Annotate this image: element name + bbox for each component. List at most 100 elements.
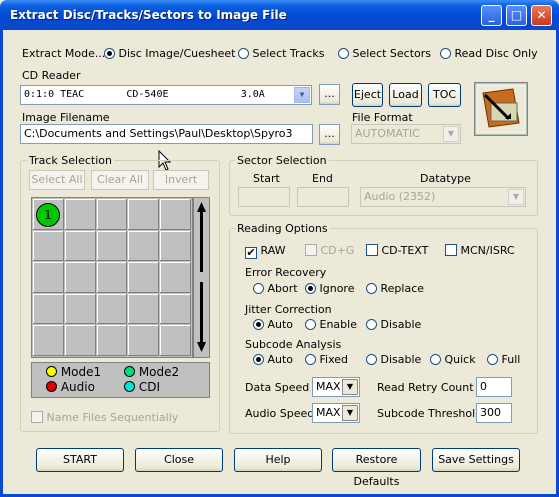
audio-speed-select[interactable]: MAX ▼ <box>312 403 360 423</box>
radio-dot[interactable] <box>305 319 316 330</box>
radio-dot[interactable] <box>366 354 377 365</box>
radio-abort[interactable]: Abort <box>253 282 298 295</box>
radio-dot[interactable] <box>253 319 264 330</box>
save-settings-button[interactable]: Save Settings <box>432 448 520 472</box>
track-cell[interactable] <box>128 199 160 230</box>
radio-dot[interactable] <box>305 354 316 365</box>
cd-reader-select[interactable]: 0:1:0 TEAC CD-540E 3.0A ▼ <box>20 85 312 105</box>
chevron-down-icon[interactable]: ▼ <box>443 126 459 142</box>
track-cell[interactable] <box>128 293 160 325</box>
checkbox-box[interactable] <box>305 244 317 256</box>
close-button[interactable]: Close <box>135 448 223 472</box>
radio-jitter-disable[interactable]: Disable <box>366 318 421 331</box>
cd-text-checkbox[interactable]: CD-TEXT <box>366 244 428 257</box>
radio-dot[interactable] <box>366 283 377 294</box>
radio-jitter-auto[interactable]: Auto <box>253 318 293 331</box>
track-cell[interactable] <box>128 262 160 293</box>
radio-dot[interactable] <box>338 48 349 59</box>
radio-dot[interactable] <box>366 319 377 330</box>
data-speed-select[interactable]: MAX ▼ <box>312 377 360 397</box>
name-files-sequentially-checkbox[interactable]: Name Files Sequentially <box>31 411 178 424</box>
start-sector-input[interactable] <box>238 187 290 207</box>
start-button[interactable]: START <box>36 448 124 472</box>
checkbox-box[interactable]: ✔ <box>245 247 257 259</box>
radio-dot[interactable] <box>440 48 451 59</box>
cd-reader-browse-button[interactable]: ... <box>319 84 340 105</box>
radio-disc-image[interactable]: Disc Image/Cuesheet <box>104 47 235 60</box>
help-button[interactable]: Help <box>234 448 322 472</box>
track-cell[interactable] <box>96 199 128 230</box>
close-window-button[interactable]: ✕ <box>531 5 552 26</box>
radio-select-tracks[interactable]: Select Tracks <box>238 47 324 60</box>
track-cell[interactable] <box>128 230 160 262</box>
radio-replace[interactable]: Replace <box>366 282 424 295</box>
track-cell[interactable] <box>160 230 191 262</box>
minimize-button[interactable]: _ <box>481 5 502 26</box>
radio-subcode-auto[interactable]: Auto <box>253 353 293 366</box>
track-cell[interactable] <box>96 325 128 356</box>
cdg-checkbox[interactable]: CD+G <box>305 244 354 257</box>
chevron-down-icon[interactable]: ▼ <box>342 405 358 421</box>
track-cell[interactable] <box>33 230 64 262</box>
radio-jitter-enable[interactable]: Enable <box>305 318 357 331</box>
track-cell[interactable] <box>160 293 191 325</box>
track-cell[interactable] <box>160 199 191 230</box>
load-button[interactable]: Load <box>389 83 422 107</box>
datatype-select[interactable]: Audio (2352) ▼ <box>360 187 526 207</box>
file-format-select[interactable]: AUTOMATIC ▼ <box>351 124 461 144</box>
image-filename-browse-button[interactable]: ... <box>319 124 340 145</box>
read-retry-count-input[interactable]: 0 <box>476 377 512 397</box>
radio-ignore[interactable]: Ignore <box>305 282 354 295</box>
eject-button[interactable]: Eject <box>352 83 383 107</box>
chevron-down-icon[interactable]: ▼ <box>508 189 524 205</box>
track-cell[interactable]: 1 <box>33 199 64 230</box>
clear-all-button[interactable]: Clear All <box>91 170 149 190</box>
radio-read-disc-only[interactable]: Read Disc Only <box>440 47 538 60</box>
track-grid-scrollbar[interactable] <box>193 197 210 358</box>
track-cell[interactable] <box>64 293 96 325</box>
track-cell[interactable] <box>33 325 64 356</box>
track-cell[interactable] <box>96 230 128 262</box>
image-filename-input[interactable]: C:\Documents and Settings\Paul\Desktop\S… <box>20 124 313 144</box>
track-cell[interactable] <box>96 262 128 293</box>
radio-dot[interactable] <box>253 354 264 365</box>
radio-subcode-full[interactable]: Full <box>487 353 520 366</box>
invert-button[interactable]: Invert <box>153 170 209 190</box>
checkbox-box[interactable] <box>31 411 43 423</box>
track-cell[interactable] <box>33 293 64 325</box>
radio-select-sectors[interactable]: Select Sectors <box>338 47 431 60</box>
track-cell[interactable] <box>160 325 191 356</box>
track-cell[interactable] <box>33 262 64 293</box>
track-grid[interactable]: 1 <box>31 197 193 358</box>
checkbox-box[interactable] <box>445 244 457 256</box>
select-all-button[interactable]: Select All <box>29 170 85 190</box>
toc-button[interactable]: TOC <box>428 83 461 107</box>
restore-defaults-button[interactable]: Restore Defaults <box>332 448 421 488</box>
maximize-button[interactable]: □ <box>506 5 527 26</box>
subcode-threshold-input[interactable]: 300 <box>476 403 512 423</box>
mcn-isrc-checkbox[interactable]: MCN/ISRC <box>445 244 515 257</box>
radio-dot[interactable] <box>253 283 264 294</box>
radio-dot[interactable] <box>487 354 498 365</box>
radio-subcode-fixed[interactable]: Fixed <box>305 353 348 366</box>
track-cell[interactable] <box>64 262 96 293</box>
track-cell[interactable] <box>128 325 160 356</box>
track-cell[interactable] <box>160 262 191 293</box>
checkbox-box[interactable] <box>366 244 378 256</box>
raw-checkbox[interactable]: ✔ RAW <box>245 244 286 259</box>
radio-subcode-quick[interactable]: Quick <box>430 353 476 366</box>
chevron-down-icon[interactable]: ▼ <box>342 379 358 395</box>
track-cell[interactable] <box>64 325 96 356</box>
radio-dot[interactable] <box>104 48 115 59</box>
radio-dot[interactable] <box>430 354 441 365</box>
radio-subcode-disable[interactable]: Disable <box>366 353 421 366</box>
chevron-down-icon[interactable]: ▼ <box>294 87 310 103</box>
radio-dot[interactable] <box>238 48 249 59</box>
end-sector-input[interactable] <box>297 187 349 207</box>
track-1-marker[interactable]: 1 <box>36 203 60 227</box>
track-cell[interactable] <box>64 230 96 262</box>
radio-label: Replace <box>380 282 425 295</box>
radio-dot[interactable] <box>305 283 316 294</box>
track-cell[interactable] <box>96 293 128 325</box>
track-cell[interactable] <box>64 199 96 230</box>
